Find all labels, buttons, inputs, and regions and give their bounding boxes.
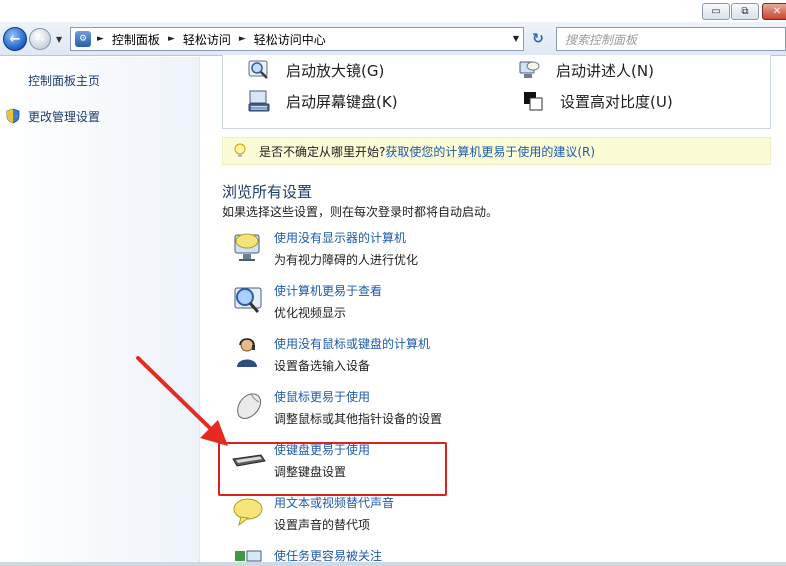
setting-item-title[interactable]: 用文本或视频替代声音 bbox=[274, 494, 394, 511]
close-button[interactable]: ✕ bbox=[762, 3, 786, 20]
high-contrast-icon bbox=[521, 89, 545, 113]
control-panel-icon: ⚙ bbox=[75, 31, 91, 47]
forward-button[interactable]: → bbox=[29, 28, 51, 50]
setting-item-mouse[interactable]: 使鼠标更易于使用 调整鼠标或其他指针设备的设置 bbox=[231, 388, 631, 432]
chevron-right-icon[interactable]: ► bbox=[239, 34, 246, 44]
setting-item-title[interactable]: 使用没有鼠标或键盘的计算机 bbox=[274, 335, 430, 352]
setting-item-title[interactable]: 使用没有显示器的计算机 bbox=[274, 229, 406, 246]
quick-item-high-contrast[interactable]: 设置高对比度(U) bbox=[521, 89, 673, 113]
maximize-icon: ⧉ bbox=[741, 6, 749, 17]
title-bar: ▭ ⧉ ✕ bbox=[0, 0, 786, 22]
setting-item-no-mouse-keyboard[interactable]: 使用没有鼠标或键盘的计算机 设置备选输入设备 bbox=[231, 335, 631, 379]
setting-item-sound-alternatives[interactable]: 用文本或视频替代声音 设置声音的替代项 bbox=[231, 494, 631, 538]
main-content: 启动放大镜(G) 启动讲述人(N) 启动屏幕键盘(K) 设置高对比度(U) 是否… bbox=[201, 55, 786, 566]
mouse-icon bbox=[237, 393, 262, 419]
lightbulb-icon bbox=[234, 143, 246, 157]
forward-arrow-icon: → bbox=[34, 32, 46, 46]
breadcrumb-item[interactable]: 轻松访问 bbox=[183, 31, 231, 48]
minimize-button[interactable]: ▭ bbox=[702, 3, 730, 20]
on-screen-keyboard-icon bbox=[247, 89, 271, 113]
setting-item-desc: 设置备选输入设备 bbox=[274, 359, 371, 373]
breadcrumb: ► 控制面板 ► 轻松访问 ► 轻松访问中心 bbox=[97, 31, 326, 48]
sidebar: 控制面板主页 更改管理设置 bbox=[0, 57, 200, 566]
chevron-right-icon[interactable]: ► bbox=[97, 34, 104, 44]
shield-icon bbox=[6, 108, 20, 124]
minimize-icon: ▭ bbox=[711, 6, 721, 17]
person-headset-icon bbox=[237, 338, 257, 367]
quick-item-narrator[interactable]: 启动讲述人(N) bbox=[517, 58, 654, 82]
close-icon: ✕ bbox=[772, 6, 782, 17]
tip-text: 是否不确定从哪里开始? bbox=[259, 144, 386, 159]
narrator-icon bbox=[517, 58, 541, 82]
sidebar-item-home[interactable]: 控制面板主页 bbox=[28, 72, 100, 89]
breadcrumb-item[interactable]: 控制面板 bbox=[112, 31, 160, 48]
chevron-right-icon[interactable]: ► bbox=[168, 34, 175, 44]
monitor-speech-icon bbox=[234, 233, 260, 261]
section-title: 浏览所有设置 bbox=[222, 183, 313, 201]
magnify-display-icon bbox=[234, 287, 262, 313]
quick-access-panel: 启动放大镜(G) 启动讲述人(N) 启动屏幕键盘(K) 设置高对比度(U) bbox=[222, 55, 771, 129]
setting-item-no-display[interactable]: 使用没有显示器的计算机 为有视力障碍的人进行优化 bbox=[231, 229, 631, 273]
quick-item-label: 设置高对比度(U) bbox=[560, 92, 673, 111]
tip-banner: 是否不确定从哪里开始? 获取使您的计算机更易于使用的建议(R) bbox=[222, 137, 771, 165]
setting-item-title[interactable]: 使计算机更易于查看 bbox=[274, 282, 382, 299]
address-bar[interactable]: ⚙ ► 控制面板 ► 轻松访问 ► 轻松访问中心 ▼ bbox=[70, 27, 524, 51]
address-dropdown[interactable]: ▼ bbox=[513, 34, 519, 43]
quick-item-label: 启动屏幕键盘(K) bbox=[286, 92, 398, 111]
back-arrow-icon: ← bbox=[9, 31, 21, 47]
setting-item-easier-to-see[interactable]: 使计算机更易于查看 优化视频显示 bbox=[231, 282, 631, 326]
magnifier-icon bbox=[247, 58, 271, 82]
section-subtitle: 如果选择这些设置，则在每次登录时都将自动启动。 bbox=[222, 205, 499, 219]
quick-item-label: 启动放大镜(G) bbox=[286, 61, 385, 80]
setting-item-desc: 设置声音的替代项 bbox=[274, 518, 371, 532]
refresh-icon: ↻ bbox=[532, 31, 544, 47]
search-input[interactable]: 搜索控制面板 bbox=[556, 27, 786, 51]
quick-item-on-screen-keyboard[interactable]: 启动屏幕键盘(K) bbox=[247, 89, 398, 113]
navigation-bar: ← → ▼ ⚙ ► 控制面板 ► 轻松访问 ► 轻松访问中心 ▼ ↻ 搜索控制面… bbox=[0, 22, 786, 56]
refresh-button[interactable]: ↻ bbox=[526, 27, 550, 51]
sidebar-item-admin-settings[interactable]: 更改管理设置 bbox=[28, 108, 100, 125]
search-placeholder: 搜索控制面板 bbox=[565, 32, 638, 47]
setting-item-desc: 优化视频显示 bbox=[274, 306, 347, 320]
annotation-highlight-box bbox=[218, 442, 447, 496]
speech-bubble-icon bbox=[233, 498, 263, 527]
quick-item-magnifier[interactable]: 启动放大镜(G) bbox=[247, 58, 384, 82]
maximize-button[interactable]: ⧉ bbox=[731, 3, 759, 20]
breadcrumb-item[interactable]: 轻松访问中心 bbox=[254, 31, 326, 48]
window-bottom-edge bbox=[0, 562, 786, 566]
recent-pages-dropdown[interactable]: ▼ bbox=[56, 35, 62, 44]
quick-item-label: 启动讲述人(N) bbox=[556, 61, 654, 80]
setting-item-title[interactable]: 使鼠标更易于使用 bbox=[274, 388, 370, 405]
tip-recommendations-link[interactable]: 获取使您的计算机更易于使用的建议(R) bbox=[385, 143, 595, 160]
back-button[interactable]: ← bbox=[3, 27, 27, 51]
setting-item-desc: 调整鼠标或其他指针设备的设置 bbox=[274, 412, 443, 426]
setting-item-desc: 为有视力障碍的人进行优化 bbox=[274, 253, 419, 267]
